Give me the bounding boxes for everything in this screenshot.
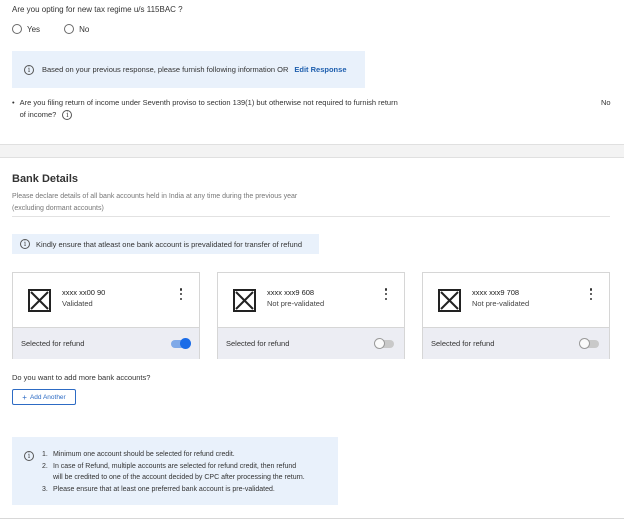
add-another-button[interactable]: + Add Another	[12, 389, 76, 405]
account-number: xxxx xxx9 708	[472, 288, 520, 297]
refund-selection-row: Selected for refund	[218, 327, 404, 359]
account-number: xxxx xx00 90	[62, 288, 106, 297]
bank-details-description: Please declare details of all bank accou…	[12, 191, 352, 215]
refund-notes-info: i 1. Minimum one account should be select…	[12, 437, 338, 505]
account-status: Validated	[62, 299, 93, 308]
seventh-proviso-question: • Are you filing return of income under …	[12, 97, 422, 121]
bullet: •	[12, 98, 15, 107]
refund-label: Selected for refund	[21, 339, 85, 348]
bank-account-card: xxxx xxx9 608 Not pre-validated Selected…	[217, 272, 405, 359]
tax-regime-question: Are you opting for new tax regime u/s 11…	[12, 5, 183, 14]
info-icon: i	[24, 451, 34, 461]
refund-label: Selected for refund	[226, 339, 290, 348]
seventh-proviso-line1: Are you filing return of income under Se…	[19, 98, 398, 107]
bank-desc-line1: Please declare details of all bank accou…	[12, 193, 298, 200]
more-options-icon[interactable]	[589, 288, 593, 300]
add-another-label: Add Another	[29, 393, 66, 401]
divider	[0, 518, 624, 519]
radio-no-circle[interactable]	[64, 24, 75, 34]
tax-regime-radio-group: Yes No	[12, 24, 113, 34]
account-status: Not pre-validated	[267, 299, 325, 308]
radio-yes-label: Yes	[27, 24, 41, 34]
section-divider	[0, 144, 624, 158]
refund-label: Selected for refund	[431, 339, 495, 348]
refund-toggle[interactable]	[579, 338, 599, 349]
bank-account-card: xxxx xx00 90 Validated Selected for refu…	[12, 272, 200, 359]
radio-yes[interactable]: Yes	[12, 24, 40, 34]
previous-response-info: i Based on your previous response, pleas…	[12, 51, 365, 88]
note-item: 3. Please ensure that at least one prefer…	[42, 485, 275, 493]
refund-selection-row: Selected for refund	[423, 327, 609, 359]
radio-no-label: No	[79, 24, 90, 34]
help-info-icon[interactable]: i	[62, 110, 73, 121]
edit-response-link[interactable]: Edit Response	[294, 65, 346, 74]
refund-notes-list: 1. Minimum one account should be selected…	[42, 449, 305, 495]
prevalidate-note: Kindly ensure that atleast one bank acco…	[36, 239, 302, 249]
bank-account-card: xxxx xxx9 708 Not pre-validated Selected…	[422, 272, 610, 359]
prevalidate-info: i Kindly ensure that atleast one bank ac…	[12, 234, 319, 254]
note-item: will be credited to one of the account d…	[53, 474, 305, 481]
bank-logo-placeholder-icon	[28, 289, 51, 312]
info-icon: i	[24, 64, 34, 75]
bank-details-title: Bank Details	[12, 173, 79, 185]
note-item: 1. Minimum one account should be selected…	[42, 451, 235, 458]
account-number: xxxx xxx9 608	[267, 288, 315, 297]
seventh-proviso-line2: of income?	[19, 110, 57, 119]
plus-icon: +	[22, 392, 27, 402]
refund-toggle[interactable]	[374, 338, 394, 349]
account-status: Not pre-validated	[472, 299, 530, 308]
note-item: 2. In case of Refund, multiple accounts a…	[42, 462, 297, 470]
radio-no[interactable]: No	[64, 24, 89, 34]
radio-yes-circle[interactable]	[12, 24, 22, 34]
more-options-icon[interactable]	[384, 288, 388, 300]
bank-desc-line2: (excluding dormant accounts)	[12, 205, 104, 212]
seventh-proviso-answer: No	[601, 98, 611, 107]
add-more-question: Do you want to add more bank accounts?	[12, 373, 151, 382]
divider	[12, 216, 610, 217]
bank-logo-placeholder-icon	[233, 289, 256, 312]
previous-response-text: Based on your previous response, please …	[42, 65, 289, 74]
info-icon: i	[20, 239, 30, 249]
seventh-proviso-text: Are you filing return of income under Se…	[20, 97, 398, 121]
more-options-icon[interactable]	[179, 288, 183, 300]
bank-logo-placeholder-icon	[438, 289, 461, 312]
refund-toggle[interactable]	[171, 338, 191, 349]
refund-selection-row: Selected for refund	[13, 327, 199, 359]
